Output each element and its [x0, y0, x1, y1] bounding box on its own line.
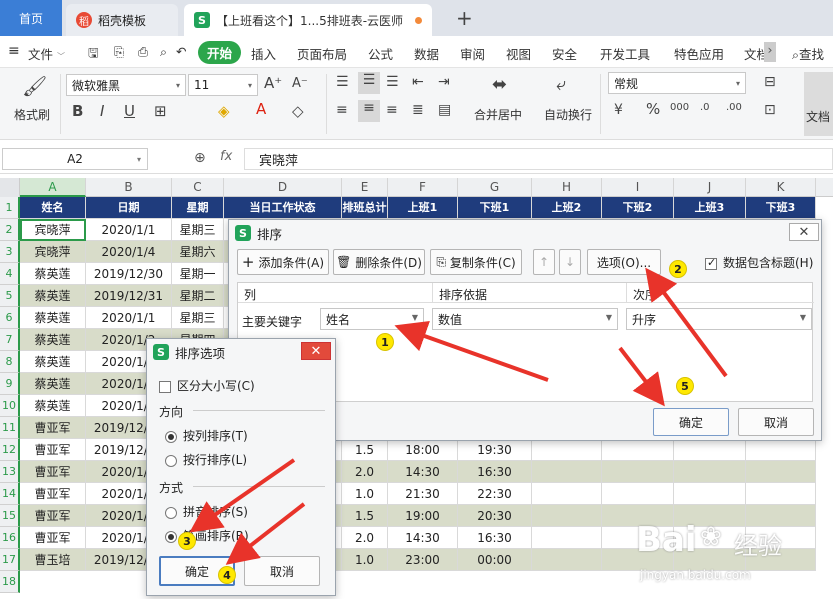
watermark-brand: Bai — [636, 520, 697, 560]
arrow-to-strokes — [189, 458, 296, 533]
arrow-to-key-select — [394, 320, 549, 382]
arrow-to-sort-ok — [618, 346, 665, 407]
step-badge-5: 5 — [676, 377, 694, 395]
baidu-watermark: Bai ❀ 经验 jingyan.baidu.com — [636, 508, 816, 588]
step-badge-1: 1 — [376, 333, 394, 351]
watermark-url: jingyan.baidu.com — [640, 568, 751, 582]
watermark-brand2: 经验 — [734, 532, 782, 560]
arrow-to-options-ok — [225, 502, 306, 565]
paw-icon: ❀ — [700, 522, 722, 552]
step-badge-2: 2 — [669, 260, 687, 278]
arrow-to-options — [645, 267, 728, 378]
step-badge-4: 4 — [218, 566, 236, 584]
step-badge-3: 3 — [178, 532, 196, 550]
